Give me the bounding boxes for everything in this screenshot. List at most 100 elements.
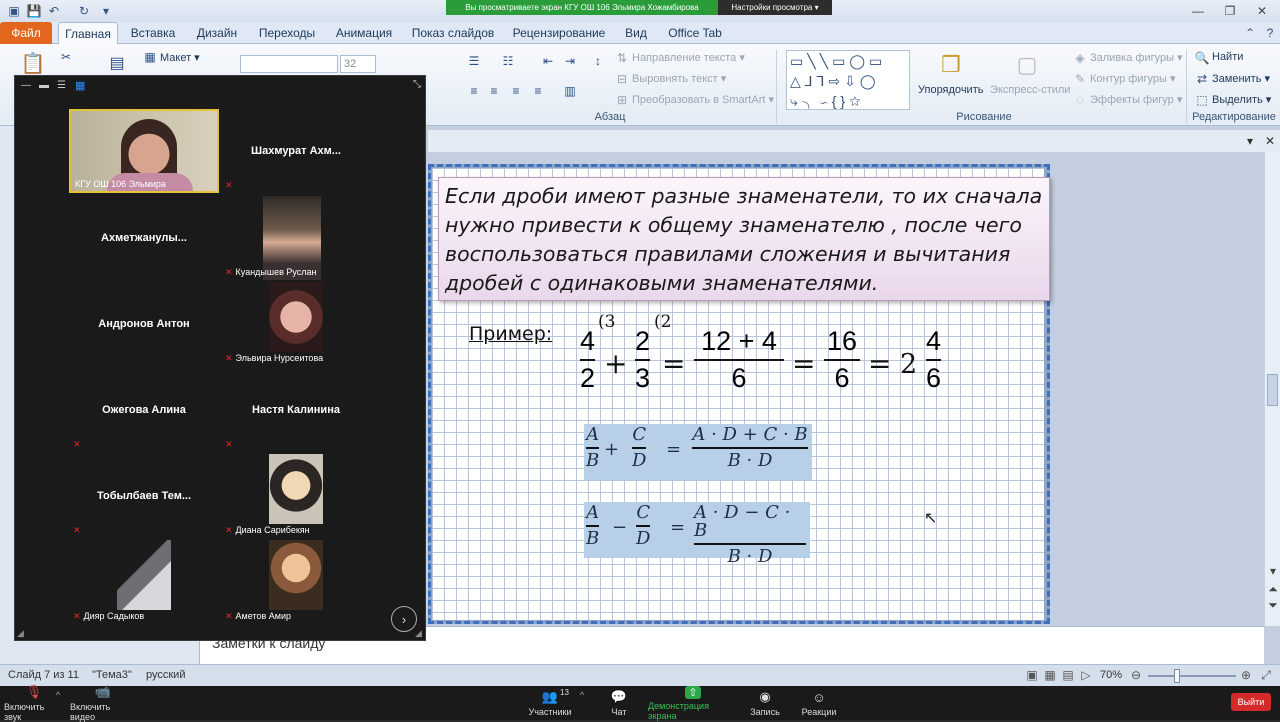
gallery-grid-view-icon[interactable]: ▦ (75, 79, 85, 92)
gallery-speaker-view-icon[interactable]: ▬ (39, 80, 49, 91)
replace-button[interactable]: Заменить ▾ (1212, 72, 1270, 85)
gallery-exit-fullscreen-icon[interactable]: ⤡ (413, 79, 421, 90)
rule-textbox[interactable]: Если дроби имеют разные знаменатели, то … (438, 177, 1050, 301)
layout-button[interactable]: Макет ▾ (160, 51, 200, 64)
font-size-combo[interactable]: 32 (340, 55, 376, 73)
zoom-out-icon[interactable]: ⊖ (1128, 668, 1144, 682)
tab-file[interactable]: Файл (0, 22, 52, 44)
zoom-in-icon[interactable]: ⊕ (1238, 668, 1254, 682)
columns-icon[interactable]: ▥ (562, 84, 578, 98)
tab-review[interactable]: Рецензирование (506, 22, 612, 44)
scroll-thumb[interactable] (1267, 374, 1278, 406)
shape-outline-button[interactable]: Контур фигуры ▾ (1090, 72, 1176, 85)
customize-quick-access-icon[interactable]: ▾ (98, 3, 114, 19)
resize-handle-icon[interactable]: ◢ (17, 628, 24, 639)
slideshow-view-icon[interactable]: ▷ (1078, 668, 1094, 682)
record-button[interactable]: ◉ Запись (748, 686, 782, 720)
participant-tile[interactable]: ✕ Эльвира Нурсеитова (221, 282, 371, 366)
participant-tile[interactable]: Шахмурат Ахм... ✕ (221, 109, 371, 193)
shape-fill-button[interactable]: Заливка фигуры ▾ (1090, 51, 1183, 64)
fit-slide-icon[interactable]: ⤢ (1258, 668, 1274, 682)
unmute-button[interactable]: 🎙 Включить звук (4, 684, 64, 722)
align-right-icon[interactable]: ≡ (508, 84, 524, 98)
new-slide-icon[interactable]: ▤ (104, 52, 130, 74)
participant-tile[interactable]: ✕ Куандышев Руслан (221, 196, 371, 280)
slide-sorter-icon[interactable]: ▦ (1042, 668, 1058, 682)
tab-office-tab[interactable]: Office Tab (660, 22, 730, 44)
ribbon-minimize-icon[interactable]: ⌃ (1242, 26, 1258, 40)
next-slide-icon[interactable]: ⏷ (1265, 598, 1280, 612)
participant-tile[interactable]: ✕ Аметов Амир (221, 540, 371, 624)
participant-tile[interactable]: Настя Калинина ✕ (221, 368, 371, 452)
text-direction-button[interactable]: Направление текста ▾ (632, 51, 745, 64)
audio-options-icon[interactable]: ^ (56, 690, 60, 700)
tab-slideshow[interactable]: Показ слайдов (406, 22, 500, 44)
arrange-button[interactable]: Упорядочить (918, 84, 983, 96)
zoom-slider-thumb[interactable] (1174, 669, 1180, 683)
find-button[interactable]: Найти (1212, 51, 1243, 63)
gallery-strip-view-icon[interactable]: ☰ (57, 80, 66, 91)
cut-icon[interactable]: ✂ (58, 50, 74, 64)
quick-styles-button[interactable]: Экспресс-стили (990, 84, 1070, 96)
numbering-icon[interactable]: ☷ (500, 54, 516, 68)
shape-effects-button[interactable]: Эффекты фигур ▾ (1090, 93, 1182, 106)
reading-view-icon[interactable]: ▤ (1060, 668, 1076, 682)
close-window-button[interactable]: ✕ (1250, 2, 1274, 20)
line-spacing-icon[interactable]: ↕ (590, 54, 606, 68)
arrange-icon[interactable]: ❒ (934, 50, 968, 80)
undo-icon[interactable]: ↶ (46, 3, 62, 19)
tab-list-dropdown-icon[interactable]: ▾ (1242, 134, 1258, 148)
save-icon[interactable]: 💾 (26, 3, 42, 19)
select-button[interactable]: Выделить ▾ (1212, 93, 1271, 106)
minimize-button[interactable]: — (1186, 2, 1210, 20)
chat-button[interactable]: 💬 Чат (604, 686, 634, 720)
participant-tile[interactable]: Ахметжанулы... (69, 196, 219, 280)
normal-view-icon[interactable]: ▣ (1024, 668, 1040, 682)
tab-design[interactable]: Дизайн (188, 22, 246, 44)
tab-home[interactable]: Главная (58, 22, 118, 45)
addition-formula[interactable]: A B + C D = A · D + C · B B · D (584, 424, 812, 480)
participant-tile[interactable]: КГУ ОШ 106 Эльмира (69, 109, 219, 193)
tab-insert[interactable]: Вставка (124, 22, 182, 44)
close-document-icon[interactable]: ✕ (1262, 134, 1278, 148)
quick-styles-icon[interactable]: ▢ (1012, 50, 1042, 80)
zoom-level[interactable]: 70% (1100, 669, 1122, 681)
convert-smartart-button[interactable]: Преобразовать в SmartArt ▾ (632, 93, 774, 106)
justify-icon[interactable]: ≡ (530, 84, 546, 98)
participant-tile[interactable]: Тобылбаев Тем... ✕ (69, 454, 219, 538)
language-indicator[interactable]: русский (146, 669, 185, 681)
align-center-icon[interactable]: ≡ (486, 84, 502, 98)
vertical-scrollbar[interactable]: ▾ ⏶ ⏷ (1264, 152, 1280, 626)
leave-button[interactable]: Выйти (1231, 693, 1271, 711)
scroll-down-icon[interactable]: ▾ (1265, 564, 1280, 578)
align-text-button[interactable]: Выровнять текст ▾ (632, 72, 726, 85)
align-left-icon[interactable]: ≡ (466, 84, 482, 98)
zoom-gallery-window[interactable]: — ▬ ☰ ▦ ⤡ КГУ ОШ 106 Эльмира Шахмурат Ах… (14, 75, 426, 641)
paste-icon[interactable]: 📋 (20, 50, 46, 76)
tab-view[interactable]: Вид (618, 22, 654, 44)
reactions-button[interactable]: ☺ Реакции (800, 686, 838, 720)
participant-tile[interactable]: ✕ Дияр Садыков (69, 540, 219, 624)
increase-indent-icon[interactable]: ⇥ (562, 54, 578, 68)
font-name-combo[interactable] (240, 55, 338, 73)
start-video-button[interactable]: 📹 Включить видео (70, 684, 136, 722)
tab-transitions[interactable]: Переходы (252, 22, 322, 44)
share-screen-button[interactable]: ⇧ Демонстрация экрана (648, 685, 738, 721)
tab-animation[interactable]: Анимация (328, 22, 400, 44)
participant-tile[interactable]: ✕ Диана Сарибекян (221, 454, 371, 538)
participants-options-icon[interactable]: ^ (580, 690, 584, 700)
next-page-button[interactable]: › (391, 606, 417, 632)
prev-slide-icon[interactable]: ⏶ (1265, 582, 1280, 596)
redo-icon[interactable]: ↻ (76, 3, 92, 19)
participant-tile[interactable]: Ожегова Алина ✕ (69, 368, 219, 452)
subtraction-formula[interactable]: A B − C D = A · D − C · B B · D (584, 502, 810, 565)
shapes-gallery[interactable]: ▭╲╲▭◯▭ △⅃⅂⇨⇩◯ ⤷╮∽{}☆ (786, 50, 910, 110)
bullets-icon[interactable]: ☰ (466, 54, 482, 68)
help-icon[interactable]: ? (1262, 26, 1278, 40)
maximize-button[interactable]: ❐ (1218, 2, 1242, 20)
gallery-minimize-icon[interactable]: — (21, 80, 31, 91)
view-settings-button[interactable]: Настройки просмотра ▾ (718, 0, 832, 15)
decrease-indent-icon[interactable]: ⇤ (540, 54, 556, 68)
zoom-slider[interactable] (1148, 675, 1236, 677)
participant-tile[interactable]: Андронов Антон (69, 282, 219, 366)
